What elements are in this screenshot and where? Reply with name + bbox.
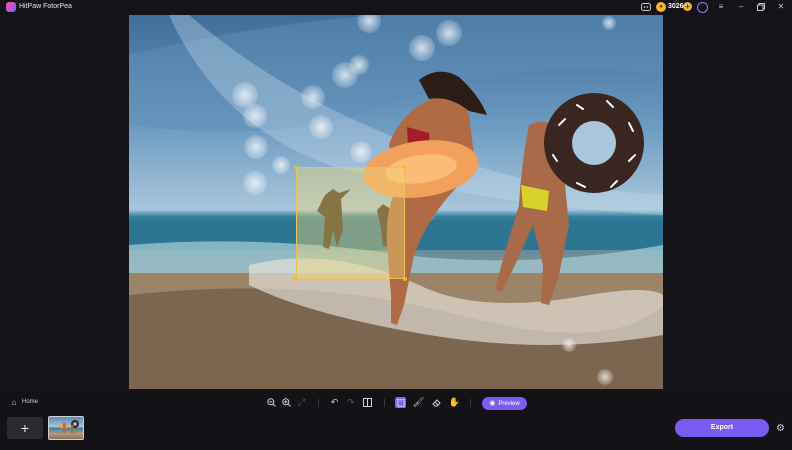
- image-thumbnail[interactable]: [48, 416, 84, 440]
- thumbnail-image: [59, 420, 79, 433]
- close-icon[interactable]: ✕: [776, 2, 786, 12]
- user-icon[interactable]: [697, 2, 708, 13]
- preview-button[interactable]: ◉ Preview: [482, 397, 527, 410]
- selection-handle[interactable]: [403, 165, 407, 169]
- gear-icon[interactable]: ⚙: [775, 423, 786, 434]
- hand-icon[interactable]: ✋: [449, 397, 460, 408]
- toolbar-divider: [470, 399, 471, 407]
- add-image-button[interactable]: +: [7, 417, 43, 439]
- title-bar: HitPaw FotorPea ● 3026 + ≡ – ✕: [0, 0, 792, 14]
- compare-icon[interactable]: [362, 397, 373, 408]
- undo-icon[interactable]: ↶: [329, 397, 340, 408]
- menu-icon[interactable]: ≡: [716, 2, 726, 12]
- discord-icon[interactable]: [641, 2, 651, 12]
- eraser-icon[interactable]: [431, 397, 442, 408]
- minimize-icon[interactable]: –: [736, 2, 746, 12]
- zoom-out-icon[interactable]: [266, 397, 277, 408]
- redo-icon[interactable]: ↷: [345, 397, 356, 408]
- selection-handle[interactable]: [294, 165, 298, 169]
- eye-icon: ◉: [489, 400, 496, 407]
- add-coins-button[interactable]: +: [683, 2, 692, 11]
- bottom-bar: [0, 415, 792, 450]
- fit-screen-icon[interactable]: ⤢: [296, 397, 307, 408]
- zoom-in-icon[interactable]: [281, 397, 292, 408]
- toolbar-divider: [318, 399, 319, 407]
- home-label: Home: [22, 399, 39, 405]
- photo-canvas[interactable]: [129, 15, 663, 389]
- restore-icon[interactable]: [756, 2, 766, 12]
- selection-handle[interactable]: [403, 277, 407, 281]
- preview-label: Preview: [498, 400, 520, 407]
- home-icon: ⌂: [11, 397, 17, 407]
- app-title: HitPaw FotorPea: [19, 3, 72, 10]
- selection-box[interactable]: [294, 165, 407, 281]
- export-button[interactable]: Export: [675, 419, 769, 437]
- selection-handle[interactable]: [294, 277, 298, 281]
- app-logo: [6, 2, 16, 12]
- rect-select-icon[interactable]: [395, 397, 406, 408]
- home-link[interactable]: ⌂ Home: [10, 397, 39, 407]
- coin-icon: ●: [656, 2, 666, 12]
- coin-count: 3026: [668, 3, 684, 10]
- toolbar: ⌂ Home ⤢ ↶ ↷ 🖌 ✋: [0, 390, 792, 415]
- toolbar-divider: [384, 399, 385, 407]
- brush-icon[interactable]: 🖌: [413, 397, 424, 408]
